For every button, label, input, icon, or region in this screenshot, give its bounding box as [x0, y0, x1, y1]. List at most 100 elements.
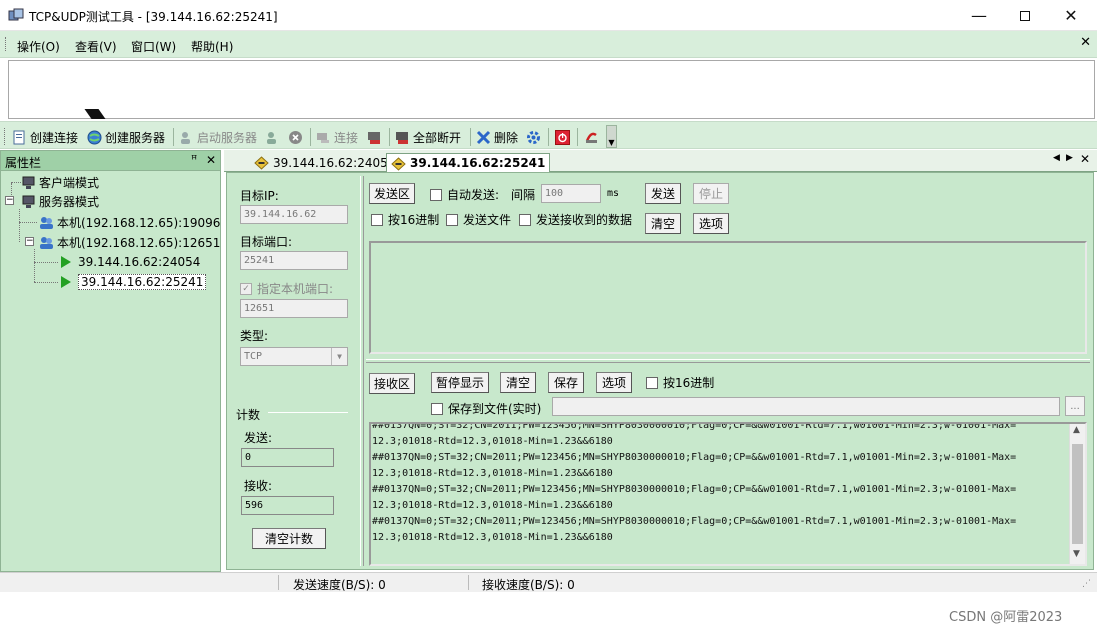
status-separator [468, 575, 469, 590]
tree-line [34, 262, 58, 263]
cancel-server-button[interactable] [288, 128, 303, 146]
send-area-button[interactable]: 发送区 [369, 183, 415, 204]
send-hex-row[interactable]: 按16进制 [371, 211, 439, 228]
receive-textarea[interactable]: ##0137QN=0;ST=32;CN=2011;PW=123456;MN=SH… [369, 422, 1087, 566]
receive-area-button[interactable]: 接收区 [369, 373, 415, 394]
connect-button[interactable]: 连接 [316, 128, 358, 146]
create-connection-button[interactable]: 创建连接 [12, 128, 78, 146]
start-server-label: 启动服务器 [197, 130, 258, 145]
auto-send-row[interactable]: 自动发送: [430, 186, 499, 203]
menu-help[interactable]: 帮助(H) [191, 38, 233, 55]
tab-next-icon[interactable]: ▶ [1066, 153, 1073, 163]
interval-label: 间隔 [511, 188, 536, 202]
create-server-button[interactable]: 创建服务器 [87, 128, 165, 146]
receive-scrollbar[interactable]: ▲ ▼ [1069, 424, 1085, 564]
receive-save-button[interactable]: 保存 [548, 372, 584, 393]
receive-options-button[interactable]: 选项 [596, 372, 632, 393]
maximize-button[interactable] [1002, 0, 1048, 31]
scroll-up-icon[interactable]: ▲ [1073, 425, 1080, 435]
panel-header: 属性栏 ꟸ ✕ [1, 151, 220, 171]
save-file-path-field[interactable] [552, 397, 1060, 416]
tree-label: 本机(192.168.12.65):12651 [57, 235, 221, 250]
local-port-field[interactable]: 12651 [240, 299, 348, 318]
delete-button[interactable]: 删除 [476, 128, 518, 146]
send-hex-checkbox[interactable] [371, 213, 383, 226]
send-button[interactable]: 发送 [645, 183, 681, 204]
stop-button[interactable]: 停止 [693, 183, 729, 204]
menu-view[interactable]: 查看(V) [75, 38, 117, 55]
blank-panel [8, 60, 1095, 119]
menu-bar: 操作(O) 查看(V) 窗口(W) 帮助(H) [0, 31, 1097, 58]
pin-icon[interactable]: ꟸ [191, 153, 197, 166]
type-select[interactable]: TCP ▼ [240, 347, 348, 366]
save-to-file-checkbox[interactable] [431, 402, 443, 415]
send-count-label: 发送: [244, 431, 273, 445]
minimize-button[interactable]: — [956, 0, 1002, 31]
disconnect-all-button[interactable]: 全部断开 [395, 128, 461, 146]
toolbar-overflow-button[interactable]: ▼ [606, 125, 617, 148]
scroll-thumb[interactable] [1072, 444, 1083, 544]
menu-window[interactable]: 窗口(W) [131, 38, 176, 55]
clear-count-button[interactable]: 清空计数 [252, 528, 326, 549]
power-button[interactable] [555, 128, 570, 146]
local-port-checkbox-row[interactable]: ✓ 指定本机端口: [240, 280, 333, 297]
stop-server-button[interactable] [265, 128, 280, 146]
tree-server-19096[interactable]: 本机(192.168.12.65):19096 [39, 213, 220, 231]
local-port-checkbox[interactable]: ✓ [240, 282, 252, 295]
tree-client-mode[interactable]: 客户端模式 [21, 173, 99, 191]
target-port-label: 目标端口: [240, 235, 293, 249]
send-count-field[interactable]: 0 [241, 448, 334, 467]
send-textarea[interactable] [369, 241, 1087, 354]
send-received-checkbox[interactable] [519, 213, 531, 226]
interval-unit: ms [607, 188, 620, 199]
tree-collapse-toggle[interactable]: − [5, 196, 14, 205]
receive-clear-button[interactable]: 清空 [500, 372, 536, 393]
tree-client-25241[interactable]: 39.144.16.62:25241 [61, 273, 207, 291]
tree-label: 39.144.16.62:24054 [78, 255, 201, 269]
counter-title: 计数 [236, 408, 261, 422]
browse-button[interactable]: ... [1065, 396, 1085, 416]
create-server-label: 创建服务器 [105, 130, 166, 145]
panel-close-icon[interactable]: ✕ [206, 153, 216, 167]
send-file-row[interactable]: 发送文件 [446, 211, 511, 228]
receive-hex-row[interactable]: 按16进制 [646, 374, 714, 391]
recv-count-field[interactable]: 596 [241, 496, 334, 515]
mdi-close-icon[interactable]: ✕ [1080, 35, 1091, 50]
target-ip-field[interactable]: 39.144.16.62 [240, 205, 348, 224]
exit-button[interactable] [584, 128, 599, 146]
start-server-button[interactable]: 启动服务器 [179, 128, 257, 146]
receive-hex-checkbox[interactable] [646, 376, 658, 389]
disconnect-button[interactable] [367, 128, 382, 146]
send-clear-button[interactable]: 清空 [645, 213, 681, 234]
pause-display-button[interactable]: 暂停显示 [431, 372, 489, 393]
save-to-file-row[interactable]: 保存到文件(实时) [431, 400, 541, 417]
tab-24054[interactable]: 39.144.16.62:24054 [250, 153, 399, 172]
tree-client-24054[interactable]: 39.144.16.62:24054 [61, 253, 200, 271]
tree-line [19, 222, 37, 223]
tab-close-icon[interactable]: ✕ [1080, 152, 1090, 166]
resize-grip-icon[interactable]: ⋰ [1082, 579, 1091, 589]
close-button[interactable]: ✕ [1048, 0, 1094, 31]
tree-server-12651[interactable]: 本机(192.168.12.65):12651 [39, 233, 220, 251]
horizontal-splitter[interactable] [366, 359, 1090, 363]
toolbar-separator [470, 128, 471, 146]
server-users-icon [181, 131, 190, 144]
auto-send-checkbox[interactable] [430, 188, 442, 201]
menu-operate[interactable]: 操作(O) [17, 38, 60, 55]
send-file-checkbox[interactable] [446, 213, 458, 226]
play-arrow-icon [61, 256, 71, 268]
scroll-down-icon[interactable]: ▼ [1073, 549, 1080, 559]
vertical-splitter[interactable] [360, 176, 364, 566]
send-received-label: 发送接收到的数据 [536, 213, 633, 227]
send-options-button[interactable]: 选项 [693, 213, 729, 234]
maximize-icon [1020, 10, 1030, 21]
tree-server-mode[interactable]: 服务器模式 [21, 192, 99, 210]
tab-25241[interactable]: 39.144.16.62:25241 [386, 153, 551, 172]
recv-count-label: 接收: [244, 479, 273, 493]
tree-collapse-toggle[interactable]: − [25, 237, 34, 246]
interval-field[interactable]: 100 [541, 184, 601, 203]
send-received-row[interactable]: 发送接收到的数据 [519, 211, 632, 228]
target-port-field[interactable]: 25241 [240, 251, 348, 270]
settings-button[interactable] [526, 128, 541, 146]
tab-prev-icon[interactable]: ◀ [1053, 153, 1060, 163]
